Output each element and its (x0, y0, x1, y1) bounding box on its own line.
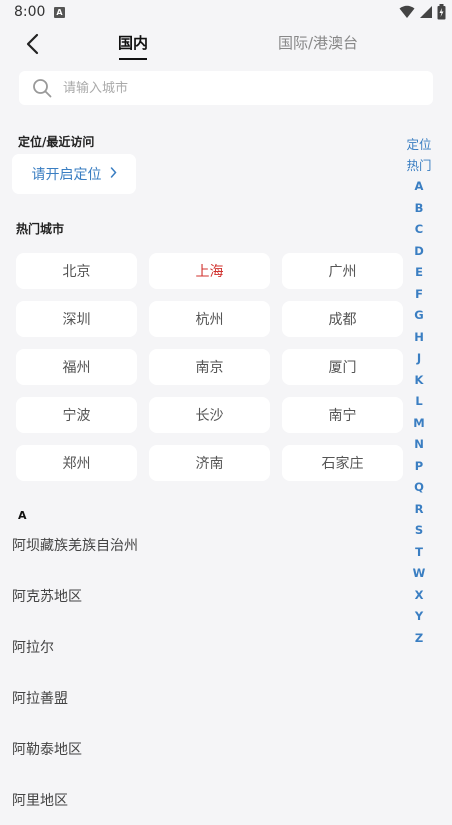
city-list-item[interactable]: 阿里地区 (0, 774, 400, 825)
signal-icon (420, 6, 432, 18)
city-list-item[interactable]: 阿克苏地区 (0, 570, 400, 621)
search-input[interactable] (61, 79, 405, 97)
hot-city-button[interactable]: 宁波 (16, 397, 137, 433)
alphabet-index-bar[interactable]: 定位 热门 A B C D E F G H J K L M N P Q R S T W X Y Z (404, 134, 434, 649)
index-item[interactable]: P (415, 456, 423, 478)
index-item[interactable]: E (415, 262, 423, 284)
hot-city-button[interactable]: 南京 (149, 349, 270, 385)
hot-city-button[interactable]: 北京 (16, 253, 137, 289)
index-item[interactable]: R (415, 499, 424, 521)
hot-city-button[interactable]: 南宁 (282, 397, 403, 433)
tab-domestic[interactable]: 国内 (118, 32, 149, 60)
index-item[interactable]: B (415, 198, 424, 220)
city-list-item[interactable]: 阿拉善盟 (0, 672, 400, 723)
index-item[interactable]: T (415, 542, 423, 564)
index-item[interactable]: X (415, 585, 424, 607)
hot-city-button[interactable]: 石家庄 (282, 445, 403, 481)
back-button[interactable] (18, 30, 46, 58)
index-item[interactable]: H (414, 327, 424, 349)
status-icons (399, 4, 446, 20)
index-item[interactable]: S (415, 520, 423, 542)
hot-city-button[interactable]: 成都 (282, 301, 403, 337)
index-item[interactable]: N (414, 434, 424, 456)
index-item[interactable]: Z (415, 628, 423, 650)
hot-city-button[interactable]: 上海 (149, 253, 270, 289)
city-list-item[interactable]: 阿坝藏族羌族自治州 (0, 519, 400, 570)
hot-section-title: 热门城市 (16, 222, 65, 236)
enable-location-button[interactable]: 请开启定位 (12, 154, 136, 194)
hot-city-button[interactable]: 郑州 (16, 445, 137, 481)
index-item[interactable]: 热门 (406, 155, 431, 176)
index-item[interactable]: 定位 (406, 134, 431, 155)
city-list: 阿坝藏族羌族自治州 阿克苏地区 阿拉尔 阿拉善盟 阿勒泰地区 阿里地区 (0, 519, 400, 825)
index-item[interactable]: Y (415, 606, 423, 628)
status-bar: 8:00 A (0, 0, 452, 26)
index-item[interactable]: K (415, 370, 424, 392)
location-section-title: 定位/最近访问 (18, 135, 95, 149)
index-item[interactable]: L (415, 391, 422, 413)
city-list-item[interactable]: 阿勒泰地区 (0, 723, 400, 774)
wifi-icon (399, 5, 415, 18)
tab-domestic-label: 国内 (118, 34, 149, 52)
index-item[interactable]: J (417, 348, 421, 370)
hot-city-button[interactable]: 厦门 (282, 349, 403, 385)
city-list-item[interactable]: 阿拉尔 (0, 621, 400, 672)
hot-city-button[interactable]: 长沙 (149, 397, 270, 433)
notification-icon: A (54, 7, 65, 18)
index-item[interactable]: C (415, 219, 423, 241)
index-item[interactable]: D (414, 241, 424, 263)
index-item[interactable]: F (415, 284, 423, 306)
battery-icon (437, 4, 446, 20)
index-item[interactable]: A (415, 176, 424, 198)
index-item[interactable]: G (414, 305, 423, 327)
index-item[interactable]: M (413, 413, 424, 435)
search-box[interactable] (19, 71, 433, 105)
hot-city-grid: 北京 上海 广州深圳 杭州 成都福州 南京 厦门宁波 长沙 南宁郑州 济南 石家庄 (16, 253, 403, 481)
index-item[interactable]: W (413, 563, 426, 585)
enable-location-label: 请开启定位 (31, 167, 102, 183)
tab-international[interactable]: 国际/港澳台 (278, 32, 358, 53)
index-item[interactable]: Q (414, 477, 424, 499)
tab-international-label: 国际/港澳台 (278, 34, 359, 52)
chevron-left-icon (26, 33, 39, 55)
tab-active-indicator (119, 58, 148, 60)
search-icon (33, 79, 52, 98)
hot-city-button[interactable]: 深圳 (16, 301, 137, 337)
hot-city-button[interactable]: 济南 (149, 445, 270, 481)
hot-city-button[interactable]: 广州 (282, 253, 403, 289)
chevron-right-icon (110, 166, 117, 182)
header: 国内 国际/港澳台 (0, 26, 452, 66)
hot-city-button[interactable]: 福州 (16, 349, 137, 385)
hot-city-button[interactable]: 杭州 (149, 301, 270, 337)
status-time: 8:00 (14, 4, 46, 20)
